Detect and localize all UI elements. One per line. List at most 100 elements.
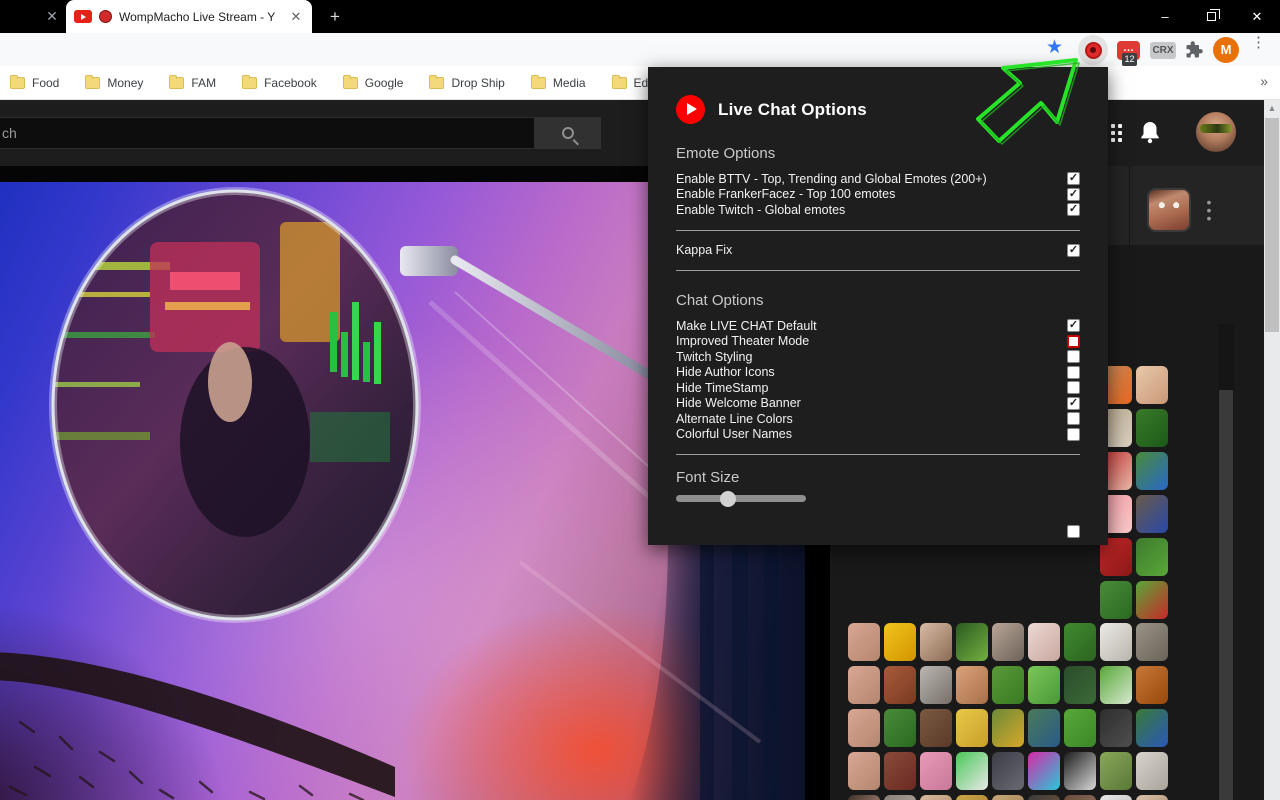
live-chat-extension-icon[interactable] [1078, 35, 1108, 65]
side-emote-0-1[interactable] [1136, 366, 1168, 404]
chat-menu-icon[interactable]: ••• [1203, 198, 1215, 222]
page-scrollbar-thumb[interactable] [1265, 118, 1279, 332]
main-emote-1-7[interactable] [1100, 666, 1132, 704]
main-emote-2-4[interactable] [992, 709, 1024, 747]
main-emote-1-6[interactable] [1064, 666, 1096, 704]
search-input[interactable]: ch [0, 117, 535, 149]
main-emote-4-0[interactable] [848, 795, 880, 800]
bookmark-folder-fam[interactable]: FAM [169, 76, 216, 90]
chat-option-checkbox-4[interactable]: ✓ [1067, 381, 1080, 394]
crx-extension-icon[interactable]: CRX [1150, 42, 1176, 59]
main-emote-0-5[interactable] [1028, 623, 1060, 661]
main-emote-1-2[interactable] [920, 666, 952, 704]
main-emote-2-2[interactable] [920, 709, 952, 747]
main-emote-1-5[interactable] [1028, 666, 1060, 704]
chat-scrollbar[interactable] [1218, 324, 1234, 800]
bookmark-star-icon[interactable]: ★ [1046, 36, 1063, 59]
main-emote-2-6[interactable] [1064, 709, 1096, 747]
main-emote-2-8[interactable] [1136, 709, 1168, 747]
main-emote-2-7[interactable] [1100, 709, 1132, 747]
bookmarks-overflow-icon[interactable]: » [1260, 73, 1268, 89]
background-tab-close-icon[interactable]: ✕ [44, 8, 60, 24]
notifications-bell-icon[interactable] [1139, 120, 1161, 144]
main-emote-4-5[interactable] [1028, 795, 1060, 800]
side-emote-5-1[interactable] [1136, 581, 1168, 619]
extra-option-checkbox-0[interactable]: ✓ [1067, 525, 1080, 538]
main-emote-2-1[interactable] [884, 709, 916, 747]
bookmark-folder-google[interactable]: Google [343, 76, 404, 90]
main-emote-4-6[interactable] [1064, 795, 1096, 800]
main-emote-0-8[interactable] [1136, 623, 1168, 661]
side-emote-1-1[interactable] [1136, 409, 1168, 447]
bookmark-folder-facebook[interactable]: Facebook [242, 76, 317, 90]
chat-option-checkbox-2[interactable]: ✓ [1067, 350, 1080, 363]
tab-close-icon[interactable]: ✕ [288, 9, 304, 25]
main-emote-0-3[interactable] [956, 623, 988, 661]
main-emote-3-8[interactable] [1136, 752, 1168, 790]
main-emote-3-1[interactable] [884, 752, 916, 790]
main-emote-4-8[interactable] [1136, 795, 1168, 800]
chat-option-checkbox-0[interactable]: ✓ [1067, 319, 1080, 332]
main-emote-0-2[interactable] [920, 623, 952, 661]
option-label: Kappa Fix [676, 243, 732, 257]
side-emote-5-0[interactable] [1100, 581, 1132, 619]
close-button[interactable]: ✕ [1234, 0, 1280, 33]
main-emote-3-5[interactable] [1028, 752, 1060, 790]
restore-button[interactable] [1188, 0, 1234, 33]
profile-avatar-photo[interactable] [1196, 112, 1236, 152]
main-emote-1-8[interactable] [1136, 666, 1168, 704]
profile-avatar-m[interactable]: M [1213, 37, 1239, 63]
side-emote-3-1[interactable] [1136, 495, 1168, 533]
side-emote-4-1[interactable] [1136, 538, 1168, 576]
minimize-button[interactable]: – [1142, 0, 1188, 33]
emote-option-checkbox-0[interactable]: ✓ [1067, 172, 1080, 185]
main-emote-1-4[interactable] [992, 666, 1024, 704]
chat-option-checkbox-3[interactable]: ✓ [1067, 366, 1080, 379]
bookmark-folder-food[interactable]: Food [10, 76, 59, 90]
chat-option-checkbox-5[interactable]: ✓ [1067, 397, 1080, 410]
scrollbar-up-icon[interactable]: ▲ [1264, 103, 1280, 113]
bookmark-folder-media[interactable]: Media [531, 76, 586, 90]
chat-scrollbar-thumb[interactable] [1219, 390, 1233, 800]
main-emote-0-7[interactable] [1100, 623, 1132, 661]
main-emote-2-0[interactable] [848, 709, 880, 747]
extensions-puzzle-icon[interactable] [1184, 40, 1204, 60]
emote-option-checkbox-1[interactable]: ✓ [1067, 188, 1080, 201]
main-emote-1-0[interactable] [848, 666, 880, 704]
new-tab-button[interactable]: + [325, 7, 345, 27]
main-emote-4-4[interactable] [992, 795, 1024, 800]
browser-menu-icon[interactable]: ⋮ [1251, 39, 1263, 46]
main-emote-2-5[interactable] [1028, 709, 1060, 747]
main-emote-4-2[interactable] [920, 795, 952, 800]
chat-option-checkbox-6[interactable]: ✓ [1067, 412, 1080, 425]
main-emote-3-0[interactable] [848, 752, 880, 790]
main-emote-0-6[interactable] [1064, 623, 1096, 661]
main-emote-3-6[interactable] [1064, 752, 1096, 790]
main-emote-0-4[interactable] [992, 623, 1024, 661]
main-emote-3-3[interactable] [956, 752, 988, 790]
main-emote-0-0[interactable] [848, 623, 880, 661]
main-emote-1-3[interactable] [956, 666, 988, 704]
main-emote-1-1[interactable] [884, 666, 916, 704]
bookmark-folder-money[interactable]: Money [85, 76, 143, 90]
font-size-slider[interactable] [676, 495, 806, 502]
tab-active[interactable]: WompMacho Live Stream - Y ✕ [66, 0, 312, 33]
kappa-fix-checkbox-0[interactable]: ✓ [1067, 244, 1080, 257]
search-button[interactable] [535, 117, 601, 149]
main-emote-3-7[interactable] [1100, 752, 1132, 790]
main-emote-4-1[interactable] [884, 795, 916, 800]
chat-option-checkbox-7[interactable]: ✓ [1067, 428, 1080, 441]
main-emote-3-4[interactable] [992, 752, 1024, 790]
main-emote-2-3[interactable] [956, 709, 988, 747]
main-emote-3-2[interactable] [920, 752, 952, 790]
bookmark-folder-drop-ship[interactable]: Drop Ship [429, 76, 504, 90]
font-size-slider-thumb[interactable] [720, 491, 736, 507]
chat-emote-avatar[interactable] [1147, 188, 1191, 232]
main-emote-4-7[interactable] [1100, 795, 1132, 800]
side-emote-2-1[interactable] [1136, 452, 1168, 490]
page-scrollbar[interactable]: ▲ [1264, 100, 1280, 800]
emote-option-checkbox-2[interactable]: ✓ [1067, 203, 1080, 216]
chat-option-checkbox-1[interactable]: ✓ [1067, 335, 1080, 348]
main-emote-4-3[interactable] [956, 795, 988, 800]
main-emote-0-1[interactable] [884, 623, 916, 661]
